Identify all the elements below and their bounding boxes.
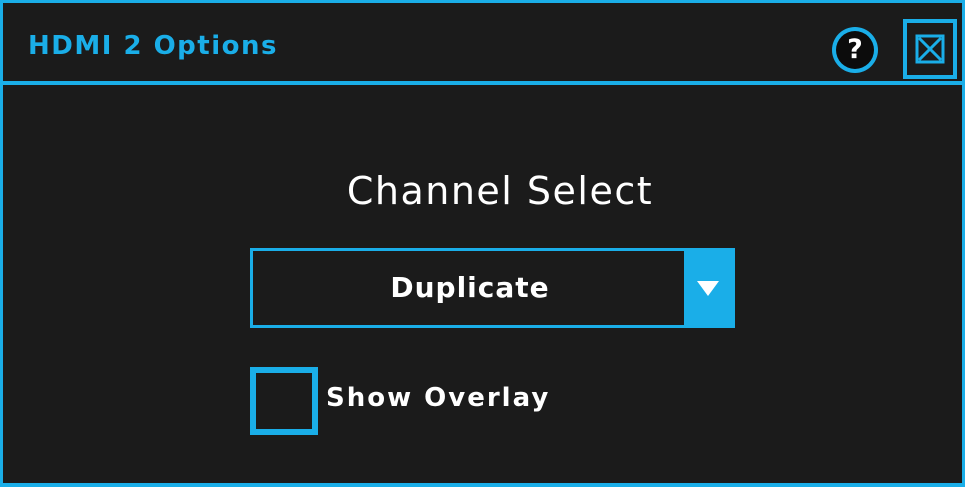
help-button[interactable]: ? <box>832 27 878 73</box>
triangle-down-icon <box>697 281 719 296</box>
channel-select-value: Duplicate <box>390 271 550 304</box>
dropdown-arrow-button[interactable] <box>684 251 732 325</box>
channel-select-dropdown[interactable]: Duplicate <box>250 248 735 328</box>
dialog-title: HDMI 2 Options <box>28 31 278 61</box>
close-button[interactable] <box>903 19 957 79</box>
close-icon <box>915 34 945 64</box>
show-overlay-checkbox[interactable] <box>250 367 318 435</box>
show-overlay-option[interactable]: Show Overlay <box>250 367 650 437</box>
channel-select-heading: Channel Select <box>346 169 654 213</box>
hdmi-options-dialog: HDMI 2 Options ? Channel Select Duplicat… <box>0 0 965 487</box>
question-mark-icon: ? <box>836 31 874 69</box>
title-bar: HDMI 2 Options ? <box>3 3 962 85</box>
show-overlay-label: Show Overlay <box>326 383 551 413</box>
